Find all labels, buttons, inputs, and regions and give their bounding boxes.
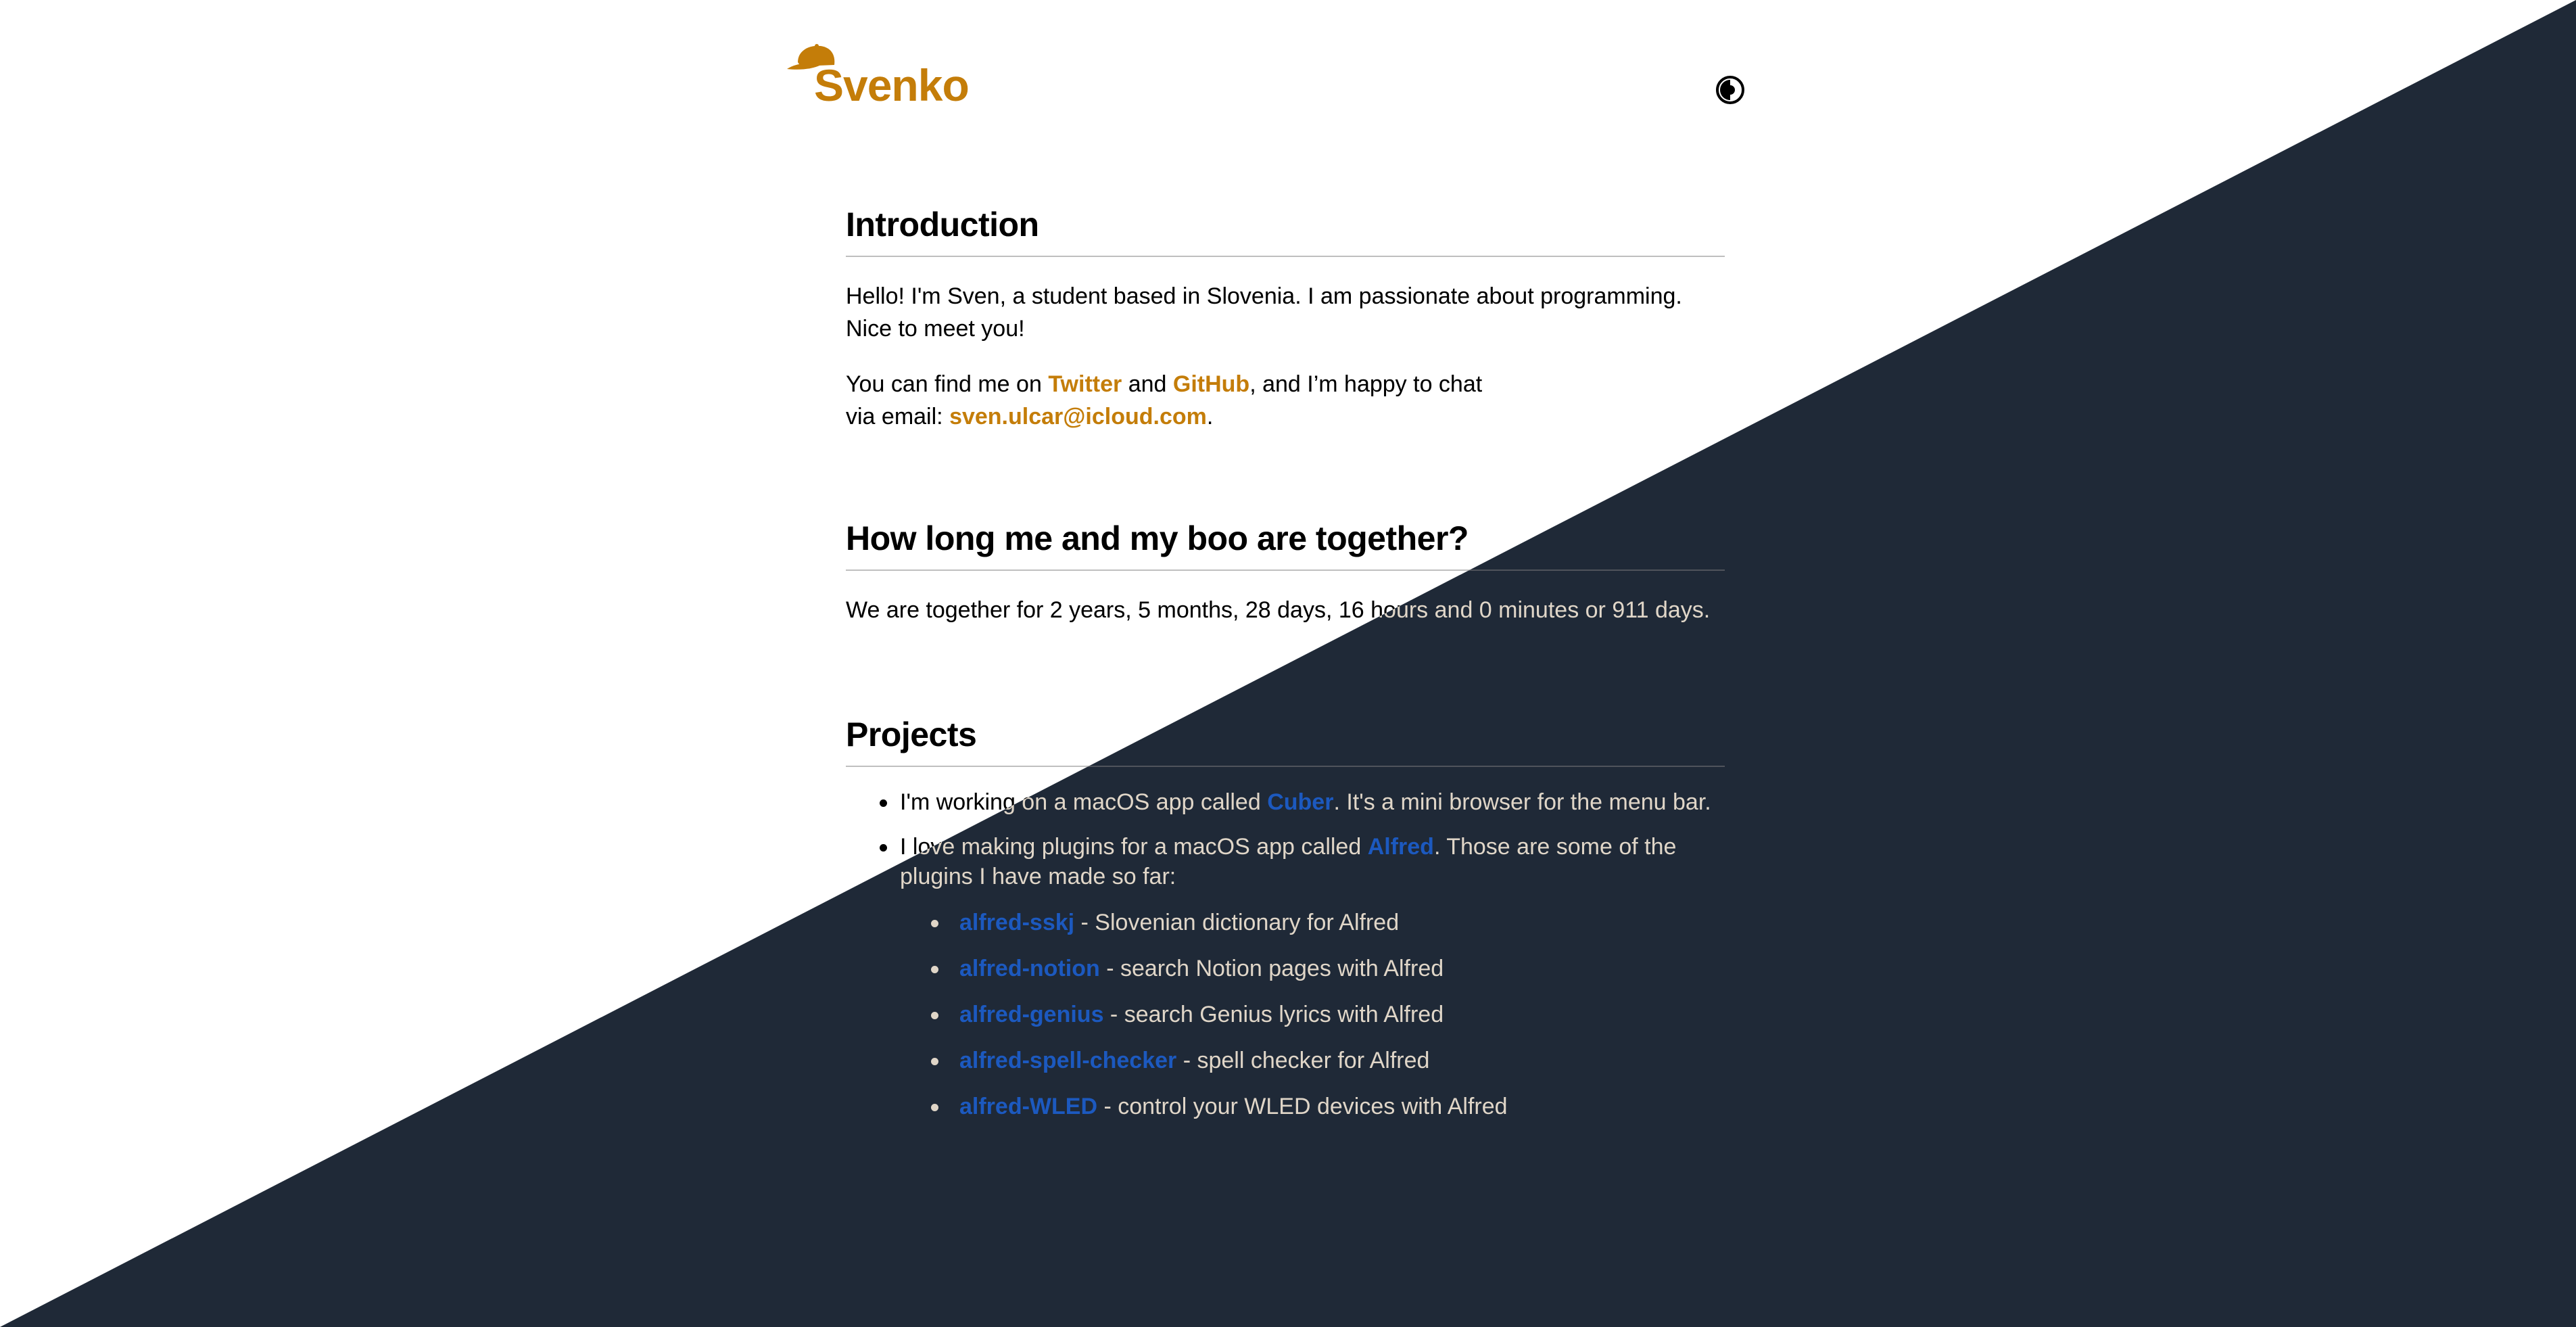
projects-heading: Projects bbox=[846, 713, 1725, 767]
project-item-prefix: I'm working on a macOS app called bbox=[900, 789, 1261, 815]
plugin-description: - search Genius lyrics with Alfred bbox=[1103, 1002, 1444, 1027]
intro-paragraph: Hello! I'm Sven, a student based in Slov… bbox=[846, 283, 1682, 342]
email-link[interactable]: sven.ulcar@icloud.com bbox=[949, 404, 1207, 429]
introduction-heading: Introduction bbox=[846, 203, 1725, 257]
project-item-alfred: I love making plugins for a macOS app ca… bbox=[846, 832, 1725, 1121]
together-text: We are together for 2 years, 5 months, 2… bbox=[846, 597, 1711, 623]
page: Svenko Introduction Hello! I'm Sven, a s… bbox=[0, 0, 2576, 1327]
twitter-link[interactable]: Twitter bbox=[1048, 371, 1122, 397]
contact-period: . bbox=[1206, 404, 1214, 429]
plugin-item: alfred-spell-checker - spell checker for… bbox=[900, 1046, 1725, 1075]
plugin-item: alfred-notion - search Notion pages with… bbox=[900, 954, 1725, 983]
plugin-description: - search Notion pages with Alfred bbox=[1099, 956, 1444, 981]
contact-and: and bbox=[1128, 371, 1167, 397]
plugins-list: alfred-sskj - Slovenian dictionary for A… bbox=[900, 908, 1725, 1121]
alfred-link[interactable]: Alfred bbox=[1368, 834, 1434, 860]
cuber-link[interactable]: Cuber bbox=[1267, 789, 1333, 815]
plugin-link-alfred-notion[interactable]: alfred-notion bbox=[959, 956, 1100, 981]
plugin-item: alfred-genius - search Genius lyrics wit… bbox=[900, 1000, 1725, 1029]
main-content: Introduction Hello! I'm Sven, a student … bbox=[846, 203, 1725, 1138]
plugin-description: - Slovenian dictionary for Alfred bbox=[1074, 910, 1400, 935]
plugin-description: - control your WLED devices with Alfred bbox=[1097, 1094, 1508, 1119]
introduction-section: Introduction Hello! I'm Sven, a student … bbox=[846, 203, 1725, 433]
plugin-item: alfred-WLED - control your WLED devices … bbox=[900, 1092, 1725, 1121]
project-item-cuber: I'm working on a macOS app called Cuber.… bbox=[846, 787, 1725, 817]
together-heading: How long me and my boo are together? bbox=[846, 517, 1725, 571]
project-item-suffix: . It's a mini browser for the menu bar. bbox=[1333, 789, 1711, 815]
projects-list: I'm working on a macOS app called Cuber.… bbox=[846, 787, 1725, 1121]
plugin-link-alfred-genius[interactable]: alfred-genius bbox=[959, 1002, 1103, 1027]
together-section: How long me and my boo are together? We … bbox=[846, 517, 1725, 626]
project-item-prefix: I love making plugins for a macOS app ca… bbox=[900, 834, 1362, 860]
github-link[interactable]: GitHub bbox=[1173, 371, 1249, 397]
plugin-description: - spell checker for Alfred bbox=[1176, 1048, 1430, 1073]
projects-section: Projects I'm working on a macOS app call… bbox=[846, 713, 1725, 1121]
plugin-link-alfred-sskj[interactable]: alfred-sskj bbox=[959, 910, 1074, 935]
contact-paragraph: You can find me on Twitter and GitHub, a… bbox=[846, 368, 1495, 433]
contact-prefix: You can find me on bbox=[846, 371, 1042, 397]
plugin-link-alfred-wled[interactable]: alfred-WLED bbox=[959, 1094, 1097, 1119]
site-title[interactable]: Svenko bbox=[814, 58, 970, 112]
plugin-link-alfred-spell-checker[interactable]: alfred-spell-checker bbox=[959, 1048, 1176, 1073]
plugin-item: alfred-sskj - Slovenian dictionary for A… bbox=[900, 908, 1725, 937]
half-circle-contrast-icon[interactable] bbox=[1715, 75, 1745, 105]
